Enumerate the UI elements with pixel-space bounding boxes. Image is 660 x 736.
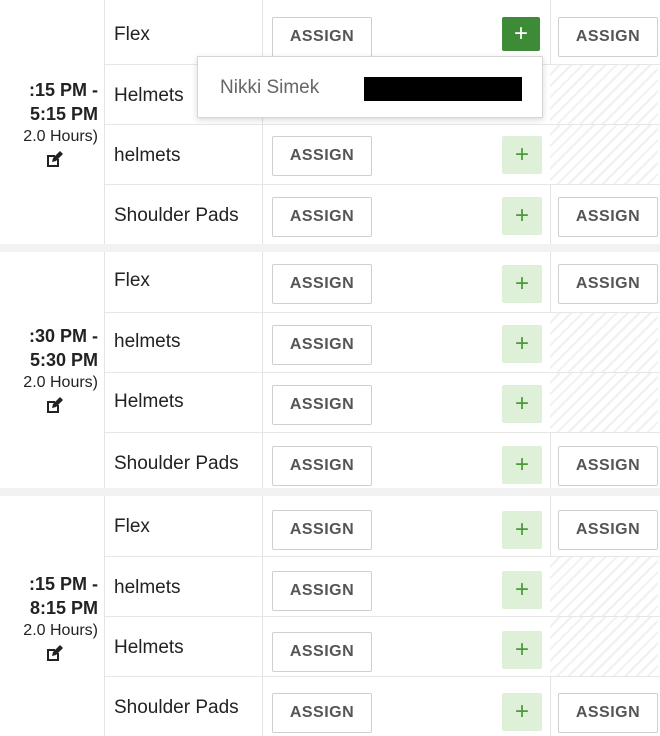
position-label: Flex: [114, 270, 150, 291]
assign-button[interactable]: ASSIGN: [272, 385, 372, 425]
position-label: Shoulder Pads: [114, 697, 239, 718]
position-row: helmets ASSIGN +: [104, 124, 660, 185]
add-worker-button[interactable]: +: [502, 325, 542, 363]
assign-button[interactable]: ASSIGN: [272, 446, 372, 486]
unavailable-cell: [550, 125, 658, 185]
assign-button[interactable]: ASSIGN: [272, 632, 372, 672]
add-worker-button[interactable]: +: [502, 385, 542, 423]
edit-icon[interactable]: [44, 644, 64, 664]
shift-time: :15 PM - 8:15 PM 2.0 Hours): [0, 556, 104, 680]
add-worker-button[interactable]: +: [502, 446, 542, 484]
assign-button[interactable]: ASSIGN: [558, 17, 658, 57]
shift-end-time: 5:15 PM: [29, 104, 98, 124]
assign-button[interactable]: ASSIGN: [558, 693, 658, 733]
assign-button[interactable]: ASSIGN: [558, 446, 658, 486]
add-worker-button[interactable]: +: [502, 136, 542, 174]
group-separator: [0, 244, 660, 252]
assign-button[interactable]: ASSIGN: [272, 693, 372, 733]
position-label: Shoulder Pads: [114, 453, 239, 474]
assign-button[interactable]: ASSIGN: [272, 264, 372, 304]
position-row: helmets ASSIGN +: [104, 312, 660, 373]
shift-end-time: 8:15 PM: [29, 598, 98, 618]
position-row: Helmets ASSIGN +: [104, 616, 660, 677]
assign-button[interactable]: ASSIGN: [558, 510, 658, 550]
unavailable-cell: [550, 65, 658, 125]
assign-button[interactable]: ASSIGN: [272, 136, 372, 176]
shift-time: :30 PM - 5:30 PM 2.0 Hours): [0, 308, 104, 432]
add-worker-button[interactable]: +: [502, 197, 542, 235]
assign-button[interactable]: ASSIGN: [272, 17, 372, 57]
unavailable-cell: [550, 617, 658, 677]
shift-end-time: 5:30 PM: [29, 350, 98, 370]
shift-start-time: :30 PM -: [28, 326, 98, 346]
edit-icon[interactable]: [44, 396, 64, 416]
shift-group: :30 PM - 5:30 PM 2.0 Hours) Flex ASSIGN …: [0, 252, 660, 488]
group-separator: [0, 488, 660, 496]
position-row: Flex ASSIGN + ASSIGN: [104, 252, 660, 312]
shift-group: :15 PM - 5:15 PM 2.0 Hours) Flex ASSIGN …: [0, 0, 660, 244]
position-label: helmets: [114, 577, 181, 598]
add-worker-button[interactable]: +: [502, 693, 542, 731]
unavailable-cell: [550, 373, 658, 433]
edit-icon[interactable]: [44, 150, 64, 170]
position-row: Flex ASSIGN + ASSIGN: [104, 4, 660, 64]
unavailable-cell: [550, 557, 658, 617]
assign-button[interactable]: ASSIGN: [272, 510, 372, 550]
add-worker-button[interactable]: +: [502, 571, 542, 609]
worker-dropdown: Nikki Simek: [197, 56, 543, 118]
position-row: Shoulder Pads ASSIGN + ASSIGN: [104, 184, 660, 244]
position-label: Helmets: [114, 391, 184, 412]
position-label: helmets: [114, 145, 181, 166]
shift-duration: 2.0 Hours): [23, 622, 98, 639]
assign-button[interactable]: ASSIGN: [272, 325, 372, 365]
dropdown-option-name[interactable]: Nikki Simek: [220, 77, 319, 99]
add-worker-button[interactable]: +: [502, 17, 540, 51]
add-worker-button[interactable]: +: [502, 265, 542, 303]
shift-time: :15 PM - 5:15 PM 2.0 Hours): [0, 62, 104, 186]
position-row: helmets ASSIGN +: [104, 556, 660, 617]
position-label: helmets: [114, 331, 181, 352]
shift-start-time: :15 PM -: [28, 80, 98, 100]
redacted-block: [364, 77, 522, 101]
position-label: Helmets: [114, 637, 184, 658]
unavailable-cell: [550, 313, 658, 373]
position-label: Flex: [114, 516, 150, 537]
position-row: Helmets ASSIGN +: [104, 372, 660, 433]
shift-group: :15 PM - 8:15 PM 2.0 Hours) Flex ASSIGN …: [0, 496, 660, 736]
position-row: Shoulder Pads ASSIGN + ASSIGN: [104, 432, 660, 492]
add-worker-button[interactable]: +: [502, 631, 542, 669]
assign-button[interactable]: ASSIGN: [558, 197, 658, 237]
add-worker-button[interactable]: +: [502, 511, 542, 549]
shift-start-time: :15 PM -: [28, 574, 98, 594]
position-label: Shoulder Pads: [114, 205, 239, 226]
assign-button[interactable]: ASSIGN: [272, 197, 372, 237]
position-label: Flex: [114, 24, 150, 45]
position-label: Helmets: [114, 85, 184, 106]
position-row: Shoulder Pads ASSIGN + ASSIGN: [104, 676, 660, 736]
assign-button[interactable]: ASSIGN: [272, 571, 372, 611]
assign-button[interactable]: ASSIGN: [558, 264, 658, 304]
shift-duration: 2.0 Hours): [23, 374, 98, 391]
shift-duration: 2.0 Hours): [23, 128, 98, 145]
position-row: Flex ASSIGN + ASSIGN: [104, 496, 660, 556]
